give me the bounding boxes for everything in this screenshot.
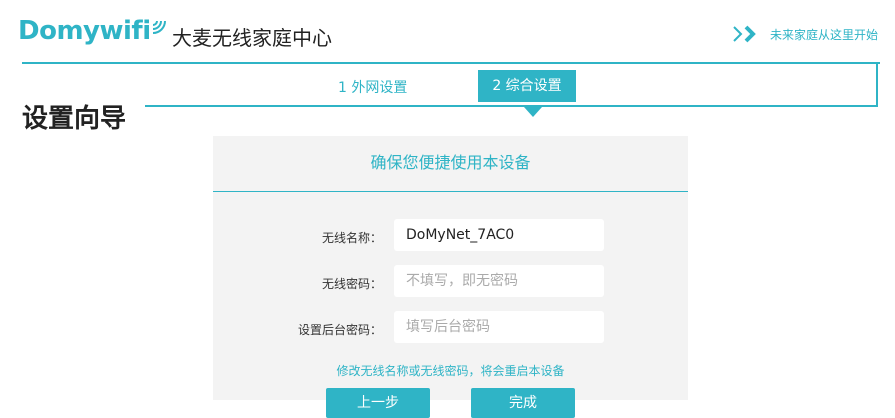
active-step-pointer <box>524 107 542 117</box>
brand-logo: Domywifi <box>18 16 151 46</box>
step-wan-settings[interactable]: 1 外网设置 <box>338 73 407 103</box>
card-title: 确保您便捷使用本设备 <box>370 153 531 172</box>
start-link[interactable]: 未来家庭从这里开始 <box>730 24 878 44</box>
admin-password-input[interactable] <box>394 311 604 343</box>
wifi-wave-icon <box>152 20 166 34</box>
page-title: 设置向导 <box>22 104 127 134</box>
settings-card: 确保您便捷使用本设备 无线名称： 无线密码： 设置后台密码： 修改无线名称或无线… <box>213 136 688 418</box>
wifi-password-label: 无线密码： <box>321 277 382 291</box>
card-divider <box>213 191 688 192</box>
wifi-name-input[interactable] <box>394 219 604 251</box>
finish-button[interactable]: 完成 <box>471 388 575 418</box>
wifi-name-label: 无线名称： <box>321 231 382 245</box>
app-title: 大麦无线家庭中心 <box>172 26 332 50</box>
step-general-settings[interactable]: 2 综合设置 <box>478 70 576 102</box>
header: Domywifi 大麦无线家庭中心 未来家庭从这里开始 <box>0 0 895 64</box>
restart-hint: 修改无线名称或无线密码，将会重启本设备 <box>336 364 565 378</box>
wifi-password-input[interactable] <box>394 265 604 297</box>
previous-step-button[interactable]: 上一步 <box>326 388 430 418</box>
start-link-label: 未来家庭从这里开始 <box>769 27 878 42</box>
admin-password-label: 设置后台密码： <box>297 323 382 337</box>
double-chevron-right-icon <box>733 25 756 43</box>
wizard-steps: 1 外网设置 2 综合设置 <box>145 64 878 107</box>
